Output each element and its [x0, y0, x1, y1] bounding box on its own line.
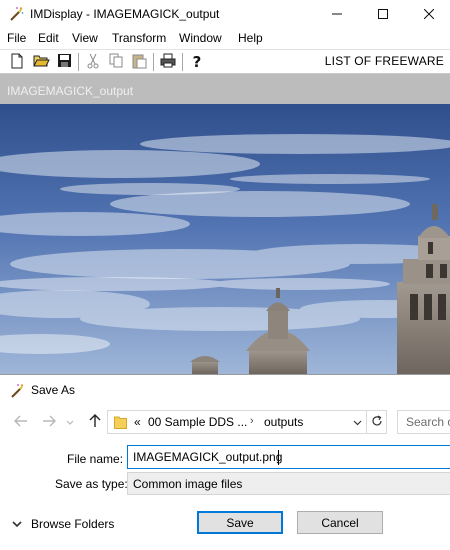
paste-button[interactable] — [130, 53, 148, 71]
save-as-type-select[interactable]: Common image files — [127, 472, 450, 495]
breadcrumb-item-sample-dds[interactable]: 00 Sample DDS ... — [148, 415, 247, 429]
text-caret — [278, 450, 279, 465]
arrow-right-icon — [42, 415, 56, 430]
image-viewport[interactable] — [0, 104, 450, 374]
folder-icon — [114, 415, 127, 429]
menu-bar: File Edit View Transform Window Help — [0, 29, 450, 49]
chevron-down-icon — [66, 415, 74, 429]
save-as-dialog: Save As « 00 Sample DDS ... › outputs Se… — [0, 374, 450, 550]
menu-view[interactable]: View — [72, 31, 98, 45]
copy-button[interactable] — [107, 53, 125, 71]
arrow-up-icon — [89, 413, 101, 431]
open-folder-icon — [32, 53, 50, 71]
magic-wand-icon — [9, 383, 25, 399]
toolbar-separator — [153, 53, 154, 71]
browse-folders-toggle[interactable]: Browse Folders — [12, 516, 114, 532]
print-icon — [160, 53, 176, 71]
cut-button[interactable] — [84, 53, 102, 71]
save-disk-icon — [57, 53, 72, 71]
open-button[interactable] — [32, 53, 50, 71]
new-file-button[interactable] — [8, 53, 26, 71]
magic-wand-icon[interactable] — [8, 6, 24, 22]
menu-window[interactable]: Window — [179, 31, 222, 45]
save-as-type-label: Save as type: — [55, 477, 128, 491]
search-input[interactable]: Search o — [397, 410, 450, 434]
back-button[interactable] — [10, 413, 32, 431]
displayed-photo — [0, 104, 450, 374]
minimize-button[interactable] — [314, 0, 360, 29]
menu-edit[interactable]: Edit — [38, 31, 59, 45]
paste-icon — [132, 53, 147, 72]
chevron-down-icon — [353, 415, 362, 429]
breadcrumb-chevron-icon: › — [250, 415, 254, 427]
help-question-icon: ? — [191, 53, 203, 72]
menu-file[interactable]: File — [7, 31, 26, 45]
print-button[interactable] — [159, 53, 177, 71]
toolbar-separator — [78, 53, 79, 71]
maximize-icon — [378, 8, 388, 22]
cut-icon — [86, 53, 100, 72]
address-history-button[interactable] — [348, 411, 366, 433]
up-button[interactable] — [84, 413, 106, 431]
save-as-type-value: Common image files — [133, 477, 243, 491]
arrow-left-icon — [14, 415, 28, 430]
search-placeholder: Search o — [406, 415, 450, 429]
refresh-icon — [371, 414, 383, 430]
title-bar: IMDisplay - IMAGEMAGICK_output — [0, 0, 450, 29]
file-name-field[interactable]: IMAGEMAGICK_output.png — [127, 445, 450, 469]
menu-transform[interactable]: Transform — [112, 31, 166, 45]
breadcrumb-overflow[interactable]: « — [134, 415, 141, 429]
file-name-value: IMAGEMAGICK_output.png — [133, 450, 283, 464]
toolbar-separator — [182, 53, 183, 71]
browse-folders-label: Browse Folders — [31, 517, 115, 531]
toolbar: ? LIST OF FREEWARE — [0, 49, 450, 74]
document-title-bar: IMAGEMAGICK_output — [0, 74, 450, 104]
file-name-label: File name: — [67, 452, 124, 466]
copy-icon — [109, 53, 124, 71]
save-button-toolbar[interactable] — [55, 53, 73, 71]
svg-text:?: ? — [193, 53, 202, 69]
new-file-icon — [10, 53, 24, 72]
document-title: IMAGEMAGICK_output — [7, 84, 134, 98]
chevron-down-icon — [12, 517, 22, 531]
close-button[interactable] — [406, 0, 450, 29]
address-bar[interactable]: « 00 Sample DDS ... › outputs — [107, 410, 387, 434]
recent-locations-button[interactable] — [63, 413, 77, 431]
cancel-button[interactable]: Cancel — [297, 511, 383, 534]
list-of-freeware-label: LIST OF FREEWARE — [324, 54, 444, 68]
dialog-title: Save As — [31, 383, 76, 397]
breadcrumb-item-outputs[interactable]: outputs — [264, 415, 303, 429]
refresh-button[interactable] — [366, 411, 386, 433]
menu-help[interactable]: Help — [238, 31, 263, 45]
help-button[interactable]: ? — [188, 53, 206, 71]
maximize-button[interactable] — [360, 0, 406, 29]
window-title: IMDisplay - IMAGEMAGICK_output — [30, 7, 220, 21]
save-button[interactable]: Save — [197, 511, 283, 534]
forward-button[interactable] — [38, 413, 60, 431]
close-icon — [423, 8, 435, 22]
minimize-icon — [332, 8, 342, 22]
